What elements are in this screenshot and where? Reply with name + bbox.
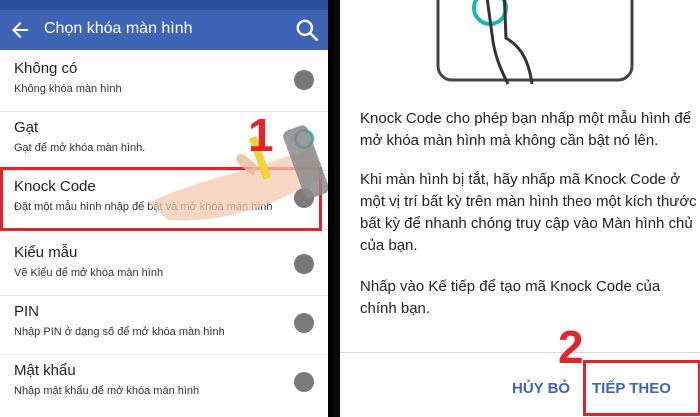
divider bbox=[340, 352, 700, 353]
lock-screen-list-panel: Chọn khóa màn hình Không có Không khóa m… bbox=[0, 0, 328, 417]
info-paragraph-2: Khi màn hình bị tắt, hãy nhấp mã Knock C… bbox=[360, 171, 697, 254]
step-number-2: 2 bbox=[558, 321, 584, 373]
next-button-highlight-box bbox=[583, 360, 700, 416]
info-paragraph-3: Nhấp vào Kế tiếp để tạo mã Knock Code củ… bbox=[360, 278, 661, 317]
list-item-subtitle: Nhập PIN ở dạng số để mở khóa màn hình bbox=[14, 326, 225, 338]
app-bar: Chọn khóa màn hình bbox=[0, 10, 328, 50]
knock-hand-illustration-icon bbox=[436, 0, 634, 85]
cancel-button[interactable]: HỦY BỎ bbox=[512, 380, 570, 397]
list-item-subtitle: Không khóa màn hình bbox=[14, 83, 122, 95]
list-item-title: Mật khẩu bbox=[14, 362, 76, 379]
list-item-pin[interactable]: PIN Nhập PIN ở dạng số để mở khóa màn hì… bbox=[0, 295, 328, 355]
radio-button[interactable] bbox=[294, 313, 314, 333]
step-number-1: 1 bbox=[248, 109, 274, 161]
list-item-title: Gạt bbox=[14, 119, 39, 136]
status-bar bbox=[0, 0, 328, 10]
info-paragraph-1: Knock Code cho phép bạn nhấp một mẫu hìn… bbox=[360, 110, 692, 149]
page-title: Chọn khóa màn hình bbox=[44, 20, 193, 37]
radio-button[interactable] bbox=[294, 254, 314, 274]
back-arrow-icon[interactable] bbox=[8, 18, 32, 42]
radio-button[interactable] bbox=[294, 70, 314, 90]
list-item-subtitle: Vẽ Kiểu để mở khóa màn hình bbox=[14, 267, 164, 279]
list-item-title: Kiểu mẫu bbox=[14, 244, 78, 261]
list-item-pattern[interactable]: Kiểu mẫu Vẽ Kiểu để mở khóa màn hình bbox=[0, 236, 328, 296]
list-item-title: Không có bbox=[14, 60, 78, 77]
knock-code-info-panel: Knock Code cho phép bạn nhấp một mẫu hìn… bbox=[334, 0, 700, 417]
radio-button[interactable] bbox=[294, 372, 314, 392]
list-item-title: PIN bbox=[14, 303, 40, 320]
list-item-subtitle: Nhập mật khẩu để mở khóa màn hình bbox=[14, 385, 200, 397]
pointing-hand-icon bbox=[148, 125, 328, 221]
search-icon[interactable] bbox=[294, 17, 320, 43]
list-item-none[interactable]: Không có Không khóa màn hình bbox=[0, 52, 328, 112]
list-item-password[interactable]: Mật khẩu Nhập mật khẩu để mở khóa màn hì… bbox=[0, 354, 328, 414]
